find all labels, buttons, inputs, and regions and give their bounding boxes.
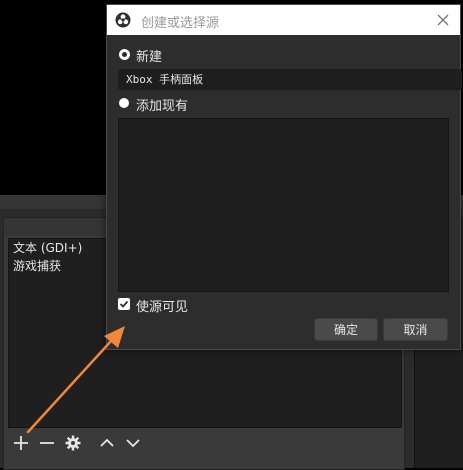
create-select-source-dialog: 创建或选择源 新建 Xbox 手柄面板 添加现有 使源可见 确定 取消 <box>106 4 462 350</box>
add-existing-label: 添加现有 <box>136 99 189 114</box>
cancel-button[interactable]: 取消 <box>383 318 448 341</box>
remove-icon <box>40 442 54 444</box>
new-source-radio[interactable] <box>119 49 130 60</box>
sources-toolbar <box>8 432 400 454</box>
existing-sources-list[interactable] <box>118 118 449 292</box>
dialog-title: 创建或选择源 <box>141 16 220 31</box>
move-down-button[interactable] <box>122 432 144 454</box>
source-properties-button[interactable] <box>62 432 84 454</box>
remove-source-button[interactable] <box>36 432 58 454</box>
chevron-down-icon <box>126 439 140 448</box>
source-item[interactable]: 文本 (GDI+) <box>13 240 82 256</box>
source-item[interactable]: 游戏捕获 <box>13 258 61 274</box>
make-visible-checkbox[interactable] <box>118 298 130 310</box>
add-icon <box>14 436 28 450</box>
source-name-input[interactable]: Xbox 手柄面板 <box>118 69 462 90</box>
new-source-label: 新建 <box>136 50 163 65</box>
move-up-button[interactable] <box>96 432 118 454</box>
add-existing-radio[interactable] <box>119 98 129 108</box>
add-source-button[interactable] <box>10 432 32 454</box>
gear-icon <box>65 435 81 451</box>
ok-button[interactable]: 确定 <box>314 318 378 341</box>
obs-logo-icon <box>115 12 131 28</box>
chevron-up-icon <box>100 438 114 447</box>
checkmark-icon <box>119 300 129 308</box>
make-visible-label: 使源可见 <box>136 300 189 315</box>
close-icon[interactable] <box>436 13 450 27</box>
dialog-titlebar: 创建或选择源 <box>107 5 460 35</box>
